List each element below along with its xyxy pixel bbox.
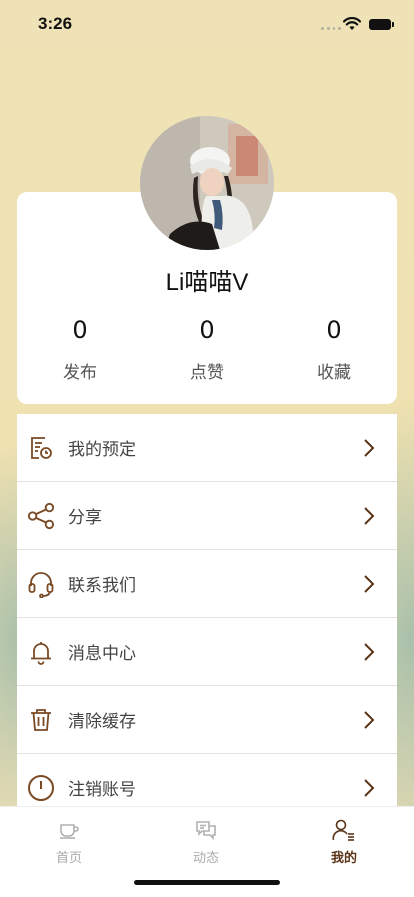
avatar[interactable]	[140, 116, 274, 250]
chevron-right-icon	[364, 575, 375, 593]
trash-icon	[27, 706, 55, 734]
chevron-right-icon	[364, 507, 375, 525]
booking-icon	[27, 434, 55, 462]
tab-home-label: 首页	[55, 851, 82, 866]
tab-feed[interactable]: 动态	[166, 817, 246, 866]
stat-posts-label: 发布	[63, 363, 97, 383]
username: Li喵喵V	[165, 269, 249, 296]
menu-label-contact-us: 联系我们	[68, 576, 136, 596]
menu-label-message-center: 消息中心	[68, 644, 136, 664]
stat-likes-label: 点赞	[190, 363, 224, 383]
chevron-right-icon	[364, 439, 375, 457]
stat-posts-value: 0	[72, 316, 88, 344]
menu-list: 我的预定 分享 联系我们 消息中心 清除缓存 注销账号	[17, 414, 397, 821]
menu-item-clear-cache[interactable]: 清除缓存	[17, 686, 397, 754]
menu-label-my-bookings: 我的预定	[68, 440, 136, 460]
menu-label-clear-cache: 清除缓存	[68, 712, 136, 732]
status-time: 3:26	[38, 14, 73, 33]
chat-bubbles-icon	[166, 817, 246, 843]
menu-item-my-bookings[interactable]: 我的预定	[17, 414, 397, 482]
menu-label-delete-account: 注销账号	[68, 780, 136, 800]
menu-item-message-center[interactable]: 消息中心	[17, 618, 397, 686]
power-icon	[27, 774, 55, 802]
signal-dots-icon	[321, 27, 341, 31]
stat-posts[interactable]: 0 发布	[20, 316, 140, 383]
menu-item-share[interactable]: 分享	[17, 482, 397, 550]
tab-home[interactable]: 首页	[29, 817, 109, 866]
stat-favorites[interactable]: 0 收藏	[274, 316, 394, 383]
chevron-right-icon	[364, 779, 375, 797]
stat-favorites-label: 收藏	[317, 363, 351, 383]
home-indicator	[134, 880, 280, 885]
stat-favorites-value: 0	[326, 316, 342, 344]
stat-likes[interactable]: 0 点赞	[147, 316, 267, 383]
tab-mine[interactable]: 我的	[304, 817, 384, 866]
user-icon	[304, 817, 384, 843]
tab-mine-label: 我的	[330, 851, 357, 866]
status-bar: 3:26	[0, 0, 414, 48]
share-icon	[27, 502, 55, 530]
menu-item-contact-us[interactable]: 联系我们	[17, 550, 397, 618]
wifi-icon	[343, 17, 361, 30]
menu-label-share: 分享	[68, 508, 102, 528]
battery-icon	[369, 19, 394, 30]
coffee-cup-icon	[29, 817, 109, 843]
bell-icon	[27, 638, 55, 666]
stat-likes-value: 0	[199, 316, 215, 344]
headset-icon	[27, 570, 55, 598]
tab-feed-label: 动态	[192, 851, 219, 866]
chevron-right-icon	[364, 643, 375, 661]
chevron-right-icon	[364, 711, 375, 729]
